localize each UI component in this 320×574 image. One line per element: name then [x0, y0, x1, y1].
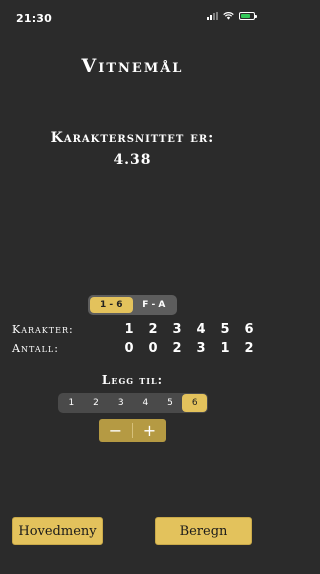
- add-grade-option-2[interactable]: 2: [84, 394, 109, 412]
- count-stepper: − +: [99, 419, 166, 442]
- cellular-signal-icon: [207, 12, 218, 20]
- average-label: Karaktersnittet er:: [50, 130, 215, 146]
- wifi-icon: [223, 12, 234, 20]
- grade-row: Karakter: 1 2 3 4 5 6: [12, 322, 257, 339]
- decrement-button[interactable]: −: [99, 419, 132, 442]
- count-value: 0: [148, 341, 158, 356]
- count-row-label: Antall:: [12, 342, 59, 355]
- count-value: 2: [244, 341, 254, 356]
- grade-row-label: Karakter:: [12, 323, 74, 336]
- main-menu-button[interactable]: Hovedmeny: [12, 517, 103, 545]
- increment-button[interactable]: +: [133, 419, 166, 442]
- add-grade-label: Legg til:: [101, 373, 164, 387]
- add-grade-picker: 1 2 3 4 5 6: [58, 393, 208, 413]
- grade-value: 4: [196, 322, 206, 337]
- status-time: 21:30: [16, 12, 53, 25]
- battery-icon: [239, 12, 257, 20]
- count-value: 3: [196, 341, 206, 356]
- add-grade-option-6[interactable]: 6: [182, 394, 208, 412]
- count-value: 1: [220, 341, 230, 356]
- status-bar: 21:30: [0, 0, 265, 34]
- add-grade-option-5[interactable]: 5: [158, 394, 183, 412]
- grade-value: 6: [244, 322, 254, 337]
- count-value: 0: [124, 341, 134, 356]
- grade-value: 2: [148, 322, 158, 337]
- scale-option-numeric[interactable]: 1 - 6: [90, 297, 133, 313]
- count-row: Antall: 0 0 2 3 1 2: [12, 341, 257, 358]
- page-title: Vitnemål: [81, 55, 184, 77]
- scale-option-letter[interactable]: F - A: [133, 297, 176, 313]
- grade-scale-toggle: 1 - 6 F - A: [88, 295, 177, 315]
- add-grade-option-4[interactable]: 4: [133, 394, 158, 412]
- average-value: 4.38: [113, 152, 152, 168]
- status-icons: [207, 12, 257, 20]
- count-value: 2: [172, 341, 182, 356]
- grade-value: 3: [172, 322, 182, 337]
- calculate-button[interactable]: Beregn: [155, 517, 252, 545]
- grade-value: 5: [220, 322, 230, 337]
- add-grade-option-3[interactable]: 3: [108, 394, 133, 412]
- add-grade-option-1[interactable]: 1: [59, 394, 84, 412]
- grade-value: 1: [124, 322, 134, 337]
